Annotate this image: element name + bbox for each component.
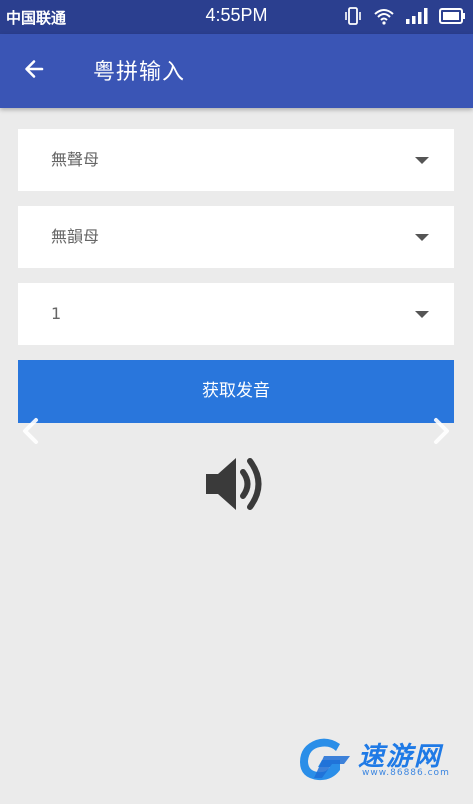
final-select[interactable]: 無韻母	[18, 206, 454, 268]
wifi-icon	[373, 6, 395, 30]
back-arrow-icon	[22, 57, 46, 85]
watermark-logo: 速游网 www.86886.com	[290, 734, 470, 784]
chevron-down-icon	[415, 234, 429, 241]
initial-select-value: 無聲母	[51, 150, 100, 169]
get-pronunciation-button[interactable]: 获取发音	[18, 360, 454, 423]
final-select-value: 無韻母	[51, 227, 100, 246]
watermark-mark-icon	[292, 734, 354, 788]
page-title: 粤拼输入	[93, 60, 186, 85]
chevron-down-icon	[415, 157, 429, 164]
watermark-url: www.86886.com	[362, 768, 450, 778]
status-bar: 中国联通 4:55PM	[0, 0, 473, 34]
back-button[interactable]	[14, 51, 54, 91]
initial-select[interactable]: 無聲母	[18, 129, 454, 191]
chevron-left-icon[interactable]	[18, 416, 44, 446]
status-icons	[343, 6, 467, 30]
vibrate-icon	[343, 6, 363, 30]
tone-select[interactable]: 1	[18, 283, 454, 345]
chevron-down-icon	[415, 311, 429, 318]
chevron-right-icon[interactable]	[428, 416, 454, 446]
signal-icon	[405, 7, 429, 29]
speaker-icon[interactable]	[203, 452, 269, 516]
battery-icon	[439, 7, 467, 29]
tone-select-value: 1	[51, 304, 62, 323]
app-bar: 粤拼输入	[0, 34, 473, 108]
